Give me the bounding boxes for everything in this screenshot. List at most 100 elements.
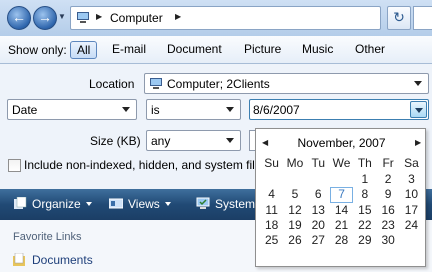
- back-arrow-icon[interactable]: ←: [7, 6, 31, 30]
- calendar-day[interactable]: 15: [353, 203, 376, 218]
- date-value: 8/6/2007: [253, 103, 300, 117]
- calendar-empty-cell: [400, 233, 423, 248]
- chevron-down-icon: [415, 108, 423, 113]
- calendar-day[interactable]: 5: [283, 187, 306, 202]
- property-field-value: Date: [12, 103, 38, 117]
- calendar-weekday-header: Sa: [404, 156, 419, 170]
- calendar-day[interactable]: 18: [260, 218, 283, 233]
- calendar-day[interactable]: 28: [330, 233, 353, 248]
- calendar-day-grid: Su Mo Tu We Th Fr Sa 1 2 3 4 5 6 7 8 9 10 11 12 13 14 15 16 17 1…: [260, 155, 423, 248]
- calendar-day[interactable]: 4: [260, 187, 283, 202]
- nav-link-documents[interactable]: Documents: [13, 253, 93, 267]
- calendar-day[interactable]: 19: [283, 218, 306, 233]
- views-button[interactable]: Views: [109, 197, 171, 213]
- size-label: Size (KB): [90, 134, 141, 148]
- breadcrumb-separator-icon[interactable]: ▶: [175, 12, 181, 21]
- calendar-weekday-header: Th: [357, 156, 372, 170]
- calendar-day[interactable]: 14: [330, 203, 353, 218]
- calendar-day[interactable]: 6: [307, 187, 330, 202]
- calendar-empty-cell: [307, 172, 330, 187]
- refresh-icon[interactable]: ↻: [387, 6, 411, 30]
- calendar-day[interactable]: 7: [329, 187, 354, 203]
- views-label: Views: [128, 197, 160, 211]
- breadcrumb-separator-icon[interactable]: ▶: [96, 12, 102, 21]
- calendar-empty-cell: [283, 172, 306, 187]
- recent-pages-chevron-icon[interactable]: ▼: [58, 12, 66, 21]
- organize-label: Organize: [32, 197, 81, 211]
- include-non-indexed-label[interactable]: Include non-indexed, hidden, and system …: [24, 158, 256, 172]
- calendar-empty-cell: [330, 172, 353, 187]
- system-properties-button[interactable]: System: [196, 197, 255, 213]
- chevron-down-icon: [85, 202, 92, 206]
- computer-icon: [150, 78, 162, 89]
- filter-all-button[interactable]: All: [70, 41, 98, 59]
- calendar-weekday-header: Su: [264, 156, 279, 170]
- calendar-month-title[interactable]: November, 2007: [256, 136, 427, 150]
- calendar-day[interactable]: 2: [376, 172, 399, 187]
- forward-arrow-icon[interactable]: →: [33, 6, 57, 30]
- calendar-day[interactable]: 3: [400, 172, 423, 187]
- calendar-day[interactable]: 10: [400, 187, 423, 202]
- calendar-day[interactable]: 9: [376, 187, 399, 202]
- calendar-day[interactable]: 21: [330, 218, 353, 233]
- calendar-day[interactable]: 20: [307, 218, 330, 233]
- operator-value: is: [151, 103, 160, 117]
- location-dropdown[interactable]: Computer; 2Clients: [144, 73, 429, 94]
- calendar-day[interactable]: 29: [353, 233, 376, 248]
- organize-button[interactable]: Organize: [13, 197, 92, 213]
- views-icon: [109, 198, 123, 209]
- filter-picture-button[interactable]: Picture: [238, 41, 287, 59]
- location-value: Computer; 2Clients: [167, 77, 270, 91]
- chevron-down-icon: [164, 202, 171, 206]
- chevron-down-icon[interactable]: [414, 81, 422, 86]
- calendar-weekday-header: We: [332, 156, 351, 170]
- date-picker-input[interactable]: 8/6/2007: [249, 99, 429, 120]
- chevron-down-icon[interactable]: [226, 107, 234, 112]
- calendar-empty-cell: [260, 172, 283, 187]
- size-operator-dropdown[interactable]: any: [146, 130, 241, 151]
- show-only-label: Show only:: [8, 43, 67, 57]
- calendar-day[interactable]: 1: [353, 172, 376, 187]
- calendar-day[interactable]: 30: [376, 233, 399, 248]
- date-picker-button[interactable]: [410, 101, 427, 118]
- computer-icon: [77, 12, 89, 23]
- calendar-day[interactable]: 22: [353, 218, 376, 233]
- show-only-filter-bar: Show only: All E-mail Document Picture M…: [0, 36, 432, 64]
- operator-dropdown[interactable]: is: [146, 99, 241, 120]
- size-operator-value: any: [151, 134, 171, 148]
- chevron-down-icon[interactable]: [226, 138, 234, 143]
- calendar-day[interactable]: 23: [376, 218, 399, 233]
- calendar-day[interactable]: 17: [400, 203, 423, 218]
- documents-folder-icon: [13, 253, 25, 266]
- favorite-links-heading: Favorite Links: [13, 231, 82, 243]
- breadcrumb-computer[interactable]: Computer: [110, 11, 163, 25]
- filter-email-button[interactable]: E-mail: [106, 41, 152, 59]
- system-label: System: [215, 197, 256, 211]
- address-bar[interactable]: ▶ Computer ▶: [70, 6, 381, 30]
- calendar-day[interactable]: 26: [283, 233, 306, 248]
- system-icon: [196, 197, 210, 209]
- next-month-icon[interactable]: ▶: [415, 138, 421, 147]
- calendar-day[interactable]: 24: [400, 218, 423, 233]
- calendar-day[interactable]: 8: [353, 187, 376, 202]
- calendar-weekday-header: Mo: [286, 156, 304, 170]
- calendar-day[interactable]: 12: [283, 203, 306, 218]
- filter-document-button[interactable]: Document: [161, 41, 228, 59]
- calendar-day[interactable]: 13: [307, 203, 330, 218]
- nav-link-documents-label: Documents: [32, 253, 93, 267]
- calendar-day[interactable]: 11: [260, 203, 283, 218]
- organize-icon: [14, 197, 27, 209]
- calendar-day[interactable]: 16: [376, 203, 399, 218]
- chevron-down-icon[interactable]: [122, 107, 130, 112]
- include-non-indexed-checkbox[interactable]: [8, 159, 21, 172]
- filter-music-button[interactable]: Music: [296, 41, 339, 59]
- calendar-weekday-header: Tu: [311, 156, 326, 170]
- filter-other-button[interactable]: Other: [349, 41, 391, 59]
- location-label: Location: [89, 77, 135, 91]
- date-picker-calendar: ◀ November, 2007 ▶ Su Mo Tu We Th Fr Sa 1 2 3 4 5 6 7…: [255, 128, 426, 267]
- search-box[interactable]: [413, 6, 432, 30]
- address-bar-row: ← → ▼ ▶ Computer ▶ ↻: [0, 0, 432, 36]
- calendar-day[interactable]: 27: [307, 233, 330, 248]
- calendar-day[interactable]: 25: [260, 233, 283, 248]
- property-field-dropdown[interactable]: Date: [7, 99, 137, 120]
